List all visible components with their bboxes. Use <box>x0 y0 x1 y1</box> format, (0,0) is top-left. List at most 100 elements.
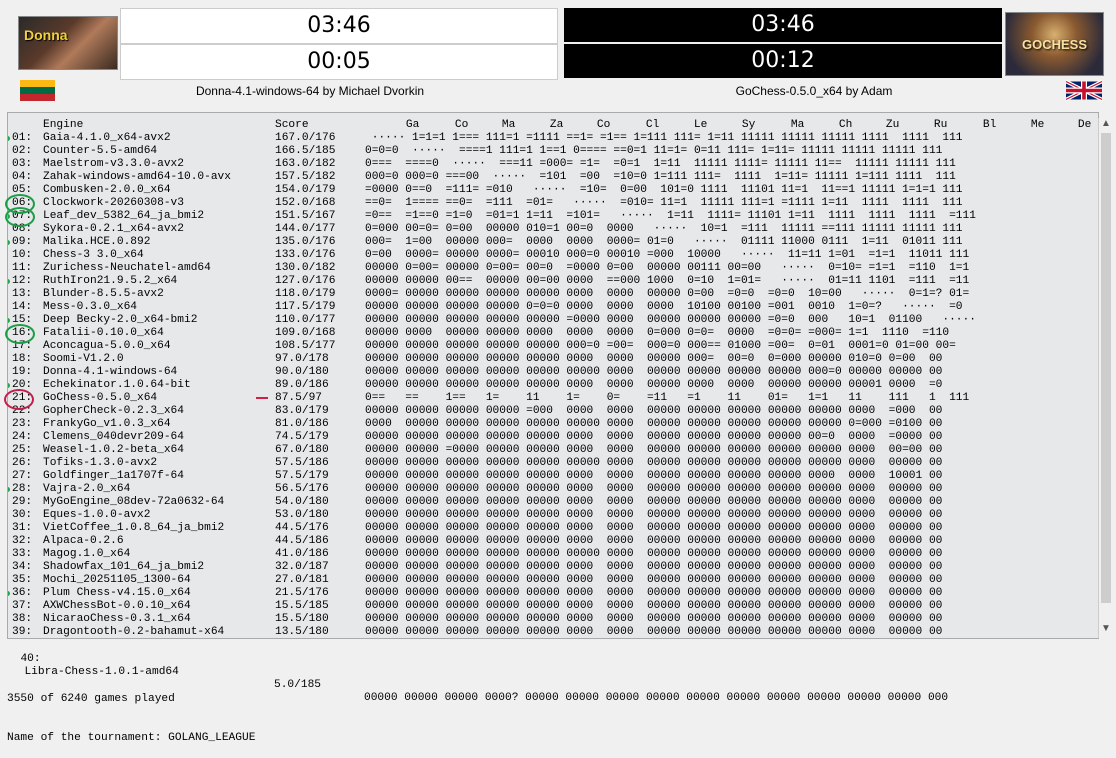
table-row[interactable]: 27: Goldfinger_1a1707f-64 57.5/179 00000 00… <box>8 470 1098 483</box>
table-row[interactable]: 31: VietCoffee_1.0.8_64_ja_bmi2 44.5/176 00… <box>8 522 1098 535</box>
black-engine-name: GoChess-0.5.0_x64 by Adam <box>735 84 893 98</box>
table-row[interactable]: 14: Mess-0.3.0_x64 117.5/179 00000 00000 00… <box>8 301 1098 314</box>
row-number: 39: <box>12 626 33 638</box>
table-row[interactable]: 02: Counter-5.5-amd64 166.5/185 0=0=0 ·····… <box>8 145 1098 158</box>
table-row[interactable]: 10: Chess-3 3.0_x64 133.0/176 0=00 0000= 00… <box>8 249 1098 262</box>
table-row[interactable]: 08: Sykora-0.2.1_x64-avx2 144.0/177 0=000 0… <box>8 223 1098 236</box>
table-row[interactable]: 26: Tofiks-1.3.0-avx2 57.5/186 00000 00000 … <box>8 457 1098 470</box>
score-cell: 87.5/97 <box>275 392 322 404</box>
uk-flag-icon <box>1066 80 1102 101</box>
table-row[interactable]: 07: Leaf_dev_5382_64_ja_bmi2 151.5/167 =0==… <box>8 210 1098 223</box>
table-row[interactable]: 12: RuthIron21.9.5.2_x64 127.0/176 00000 00… <box>8 275 1098 288</box>
crosstable-results-cell: 00000 00000 00000 00000 00000 0000 0000 … <box>365 522 943 534</box>
marker-dot-icon <box>8 136 10 141</box>
crosstable-results-cell: 000= 1=00 00000 000= 0000 0000 0000= 01=… <box>365 236 963 248</box>
header-col-8: Ma <box>790 119 805 131</box>
table-row[interactable]: 04: Zahak-windows-amd64-10.0-avx 157.5/182… <box>8 171 1098 184</box>
crosstable-results-cell: ····· 1=1=1 1=== 111=1 =1111 ==1= =1== 1… <box>365 132 963 144</box>
table-row[interactable]: 01: Gaia-4.1.0_x64-avx2 167.0/176 ····· 1=… <box>8 132 1098 145</box>
table-row[interactable]: 16: Fatalii-0.10.0_x64 109.0/168 00000 0000… <box>8 327 1098 340</box>
crosstable-results-cell: 00000 00000 00000 00000 0=0=0 0000 0000 … <box>365 301 963 313</box>
table-row[interactable]: 03: Maelstrom-v3.3.0-avx2 163.0/182 0=== ==… <box>8 158 1098 171</box>
engine-name-cell: Blunder-8.5.5-avx2 <box>43 288 164 300</box>
header-col-1: Co <box>454 119 469 131</box>
engine-name-cell: Goldfinger_1a1707f-64 <box>43 470 184 482</box>
crosstable-results-cell: 00000 00000 00000 00000 00000 0000 0000 … <box>365 470 943 482</box>
table-row[interactable]: 30: Eques-1.0.0-avx2 53.0/180 00000 00000 0… <box>8 509 1098 522</box>
scroll-down-icon[interactable]: ▼ <box>1101 623 1111 634</box>
score-cell: 57.5/186 <box>275 457 329 469</box>
row-number: 12: <box>12 275 33 287</box>
table-row[interactable]: 24: Clemens_040devr209-64 74.5/179 00000 00… <box>8 431 1098 444</box>
header-col-14: De <box>1077 119 1092 131</box>
white-engine-name: Donna-4.1-windows-64 by Michael Dvorkin <box>195 84 425 98</box>
table-row[interactable]: 39: Dragontooth-0.2-bahamut-x64 13.5/180 00… <box>8 626 1098 638</box>
crosstable-results-cell: 00000 00000 00000 00000 00000 0000 0000 … <box>365 535 943 547</box>
table-row[interactable]: 09: Malika.HCE.0.892 135.0/176 000= 1=00 00… <box>8 236 1098 249</box>
crosstable-results-cell: 00000 00000 00000 00000 00000 0000 0000 … <box>365 496 943 508</box>
crosstable-results-cell: 00000 00000 00000 00000 00000 00000 0000… <box>365 548 943 560</box>
header-col-4: Co <box>596 119 611 131</box>
crosstable-results-cell: 00000 00000 00000 00000 00000 0000 0000 … <box>365 626 943 638</box>
marker-dot-icon <box>8 591 10 596</box>
highlight-circle-07 <box>5 207 35 227</box>
engine-name-cell: Shadowfax_101_64_ja_bmi2 <box>43 561 205 573</box>
crosstable[interactable]: Engine Score Ga Co Ma Za Co Cl Le Sy Ma Ch Zu Ru Bl M… <box>7 112 1099 639</box>
score-cell: 144.0/177 <box>275 223 336 235</box>
table-row[interactable]: 23: FrankyGo_v1.0.3_x64 81.0/186 0000 00000… <box>8 418 1098 431</box>
table-row[interactable]: 18: Soomi-V1.2.0 97.0/178 00000 00000 00000… <box>8 353 1098 366</box>
engine-name-cell: Clockwork-20260308-v3 <box>43 197 184 209</box>
table-row[interactable]: 35: Mochi_20251105_1300-64 27.0/181 00000 0… <box>8 574 1098 587</box>
marker-dot-icon <box>8 383 10 388</box>
engine-name-cell: Zahak-windows-amd64-10.0-avx <box>43 171 231 183</box>
crosstable-results-cell: 0000 00000 00000 00000 00000 00000 0000 … <box>365 418 943 430</box>
table-row[interactable]: 37: AXWChessBot-0.0.10_x64 15.5/185 00000 0… <box>8 600 1098 613</box>
crosstable-results-cell: 00000 00000 00000 00000 00000 0000 0000 … <box>365 574 943 586</box>
row-number: 34: <box>12 561 33 573</box>
gochess-logo-text: GOCHESS <box>1021 37 1087 52</box>
table-row[interactable]: 32: Alpaca-0.2.6 44.5/186 00000 00000 00000… <box>8 535 1098 548</box>
table-row[interactable]: 33: Magog.1.0_x64 41.0/186 00000 00000 0000… <box>8 548 1098 561</box>
row-number: 30: <box>12 509 33 521</box>
table-row[interactable]: 15: Deep Becky-2.0_x64-bmi2 110.0/177 00000… <box>8 314 1098 327</box>
crosstable-results-cell: 0== == 1== 1= 11 1= 0= =11 =1 11 01= 1=1… <box>365 392 970 404</box>
table-row[interactable]: 05: Combusken-2.0.0_x64 154.0/179 =0000 0==… <box>8 184 1098 197</box>
table-row[interactable]: 22: GopherCheck-0.2.3_x64 83.0/179 00000 00… <box>8 405 1098 418</box>
row-number: 26: <box>12 457 33 469</box>
score-cell: 135.0/176 <box>275 236 336 248</box>
crosstable-results-cell: 00000 00000 00== 00000 00=00 0000 ==000 … <box>365 275 970 287</box>
table-row[interactable]: 13: Blunder-8.5.5-avx2 118.0/179 0000= 0000… <box>8 288 1098 301</box>
table-row[interactable]: 11: Zurichess-Neuchatel-amd64 130.0/182 000… <box>8 262 1098 275</box>
table-row[interactable]: 21: GoChess-0.5.0_x64 87.5/97 0== == 1== 1=… <box>8 392 1098 405</box>
engine-name-cell: Tofiks-1.3.0-avx2 <box>43 457 158 469</box>
engine-name-cell: Gaia-4.1.0_x64-avx2 <box>43 132 171 144</box>
table-row[interactable]: 25: Weasel-1.0.2-beta_x64 67.0/180 00000 00… <box>8 444 1098 457</box>
score-cell: 15.5/185 <box>275 600 329 612</box>
table-row[interactable]: 28: Vajra-2.0_x64 56.5/176 00000 00000 0000… <box>8 483 1098 496</box>
tournament-footer: 3550 of 6240 games played Name of the to… <box>7 667 255 758</box>
scrollbar-thumb[interactable] <box>1101 133 1111 603</box>
last-row-cross: 00000 00000 00000 0000? 00000 00000 0000… <box>364 692 949 704</box>
engine-name-cell: RuthIron21.9.5.2_x64 <box>43 275 178 287</box>
score-cell: 74.5/179 <box>275 431 329 443</box>
engine-name-cell: AXWChessBot-0.0.10_x64 <box>43 600 191 612</box>
scroll-up-icon[interactable]: ▲ <box>1101 118 1111 129</box>
crosstable-results-cell: 00000 00000 00000 00000 00000 =0000 0000… <box>365 314 976 326</box>
vertical-scrollbar[interactable]: ▲ ▼ <box>1098 118 1113 638</box>
table-row[interactable]: 36: Plum Chess-v4.15.0_x64 21.5/176 00000 0… <box>8 587 1098 600</box>
score-cell: 15.5/180 <box>275 613 329 625</box>
table-row[interactable]: 34: Shadowfax_101_64_ja_bmi2 32.0/187 00000… <box>8 561 1098 574</box>
score-cell: 27.0/181 <box>275 574 329 586</box>
score-cell: 57.5/179 <box>275 470 329 482</box>
table-row[interactable]: 29: MyGoEngine_08dev-72a0632-64 54.0/180 00… <box>8 496 1098 509</box>
table-row[interactable]: 38: NicaraoChess-0.3.1_x64 15.5/180 00000 0… <box>8 613 1098 626</box>
engine-name-cell: GoChess-0.5.0_x64 <box>43 392 158 404</box>
table-row[interactable]: 06: Clockwork-20260308-v3 152.0/168 ==0= 1=… <box>8 197 1098 210</box>
header-col-2: Ma <box>501 119 516 131</box>
table-row[interactable]: 20: Echekinator.1.0.64-bit 89.0/186 00000 0… <box>8 379 1098 392</box>
last-row-number: 40: <box>20 653 41 665</box>
row-number: 25: <box>12 444 33 456</box>
table-row[interactable]: 17: Aconcagua-5.0.0_x64 108.5/177 00000 000… <box>8 340 1098 353</box>
table-row[interactable]: 19: Donna-4.1-windows-64 90.0/180 00000 000… <box>8 366 1098 379</box>
row-number: 33: <box>12 548 33 560</box>
